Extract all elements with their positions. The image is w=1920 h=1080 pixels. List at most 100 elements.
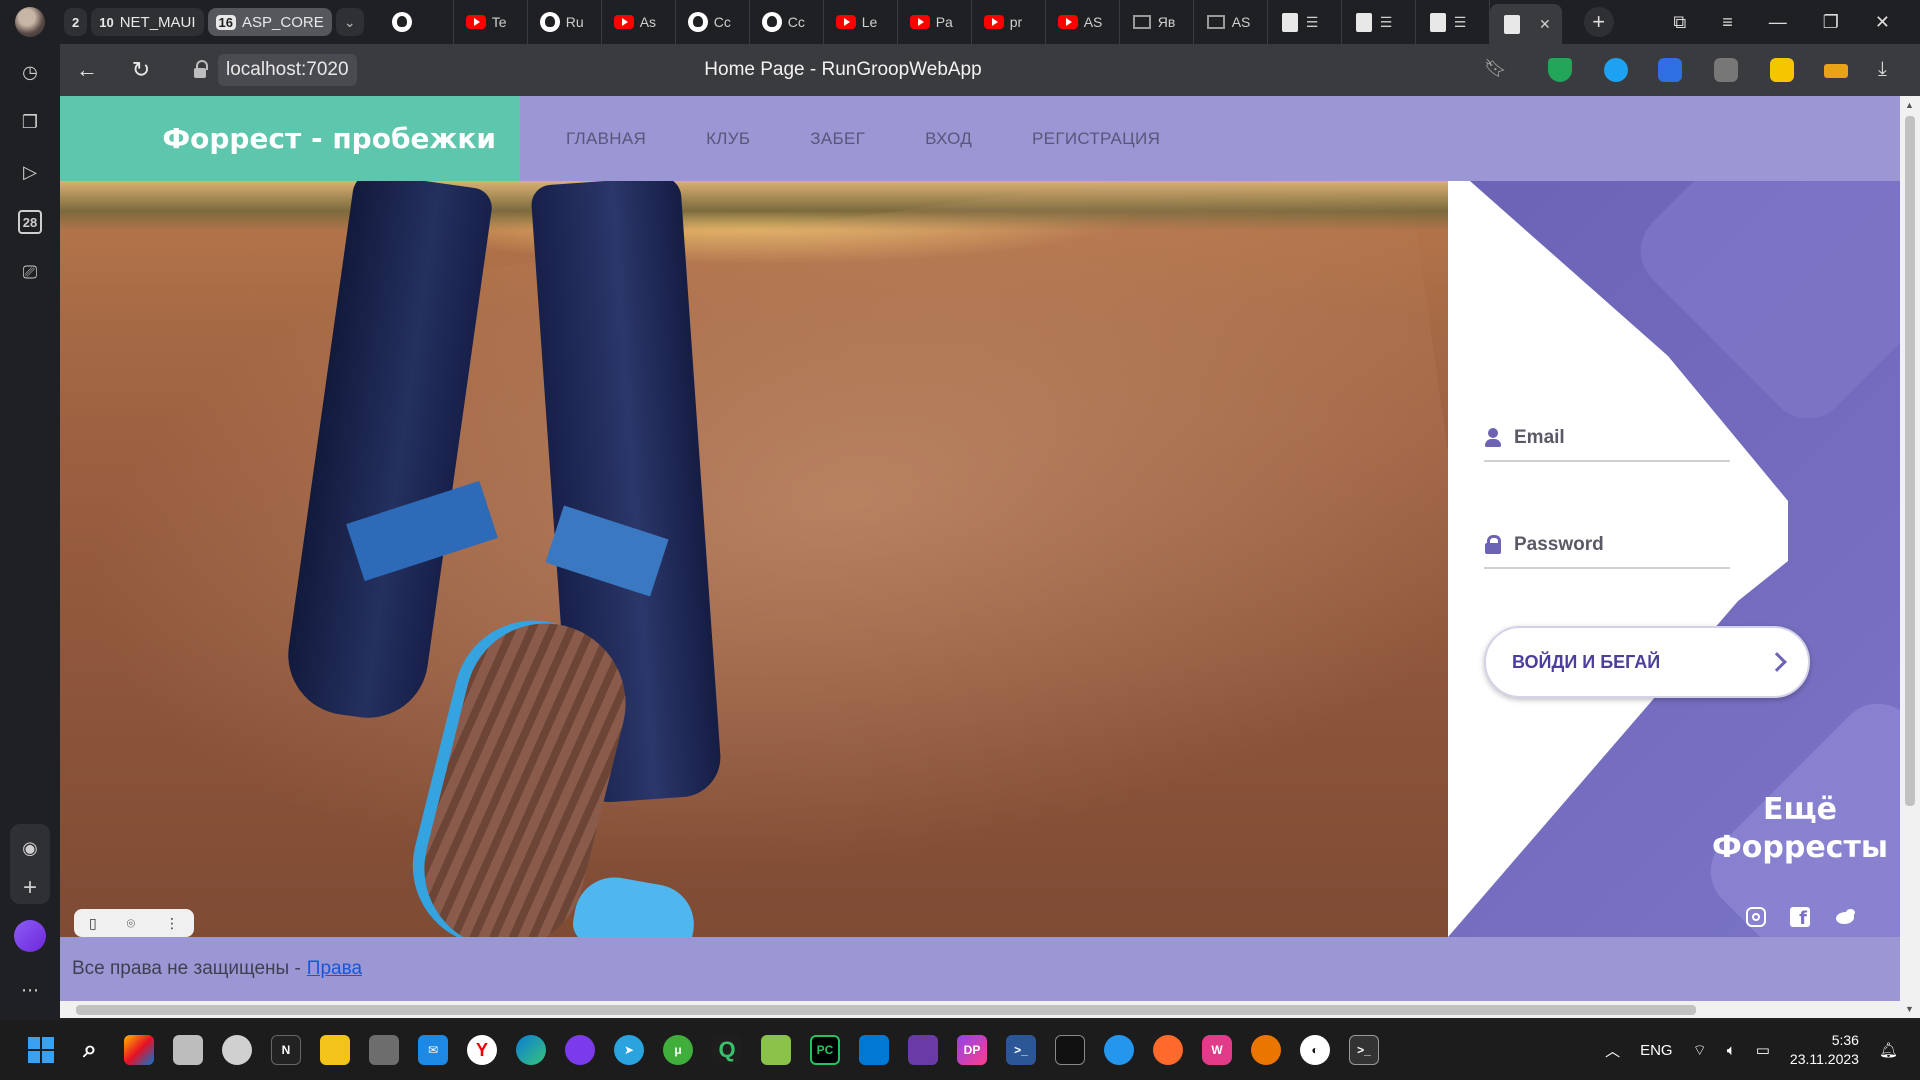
- wifi-icon[interactable]: ⌔: [1693, 1041, 1707, 1060]
- clock[interactable]: 5:36 23.11.2023: [1790, 1031, 1859, 1069]
- restore-button[interactable]: ❐: [1823, 12, 1839, 33]
- chat-extension-icon[interactable]: [1604, 58, 1628, 82]
- browser-tab[interactable]: As: [602, 0, 676, 44]
- windows-start-icon[interactable]: [26, 1035, 56, 1065]
- history-icon[interactable]: ◷: [18, 60, 42, 84]
- footer-rights-link[interactable]: Права: [307, 958, 362, 980]
- more-icon[interactable]: ⋯: [18, 978, 42, 1002]
- browser-tab[interactable]: Te: [454, 0, 528, 44]
- tab-group-asp-core[interactable]: 16 ASP_CORE: [207, 8, 332, 36]
- reload-button[interactable]: ↻: [114, 44, 168, 96]
- nav-race[interactable]: ЗАБЕГ: [810, 129, 865, 149]
- q-app-icon[interactable]: Q: [712, 1035, 742, 1065]
- visual-studio-icon[interactable]: [908, 1035, 938, 1065]
- mail-icon[interactable]: ✉: [418, 1035, 448, 1065]
- twitter-icon[interactable]: [1834, 907, 1856, 927]
- telegram-icon[interactable]: ➤: [614, 1035, 644, 1065]
- utorrent-icon[interactable]: μ: [663, 1035, 693, 1065]
- browser-tab[interactable]: ☰: [1416, 0, 1490, 44]
- camera-icon[interactable]: ⌾: [127, 915, 135, 932]
- tabs-icon[interactable]: ❐: [18, 110, 42, 134]
- file-explorer-icon[interactable]: [320, 1035, 350, 1065]
- volume-icon[interactable]: 🔈︎: [1727, 1042, 1736, 1059]
- browser-tab[interactable]: Яв: [1120, 0, 1194, 44]
- email-input[interactable]: [1514, 427, 1714, 449]
- command-prompt-icon[interactable]: >_: [1349, 1035, 1379, 1065]
- browser-tab[interactable]: [380, 0, 454, 44]
- chevron-down-icon[interactable]: ⌄: [335, 8, 364, 36]
- calculator-icon[interactable]: [369, 1035, 399, 1065]
- github-desktop-icon[interactable]: ◐: [1300, 1035, 1330, 1065]
- login-submit-button[interactable]: ВОЙДИ И БЕГАЙ: [1484, 626, 1810, 698]
- new-tab-button[interactable]: +: [1583, 7, 1614, 37]
- weather-icon[interactable]: [222, 1035, 252, 1065]
- horizontal-scrollbar[interactable]: [60, 1001, 1900, 1018]
- language-indicator[interactable]: ENG: [1640, 1042, 1673, 1059]
- profile-avatar[interactable]: [0, 0, 60, 44]
- url-field[interactable]: localhost:7020: [218, 54, 357, 86]
- add-icon[interactable]: +: [18, 874, 42, 901]
- instagram-icon[interactable]: [1746, 907, 1766, 927]
- terminal-icon[interactable]: [1055, 1035, 1085, 1065]
- brand-logo[interactable]: Форрест - пробежки: [60, 96, 520, 181]
- close-icon[interactable]: ✕: [1539, 16, 1551, 33]
- nav-register[interactable]: РЕГИСТРАЦИЯ: [1032, 129, 1160, 149]
- podcast-icon[interactable]: [565, 1035, 595, 1065]
- more-options-icon[interactable]: ⋮: [165, 915, 179, 932]
- browser-tab[interactable]: Pa: [898, 0, 972, 44]
- tab-group-net-maui[interactable]: 10 NET_MAUI: [91, 8, 204, 36]
- vertical-scrollbar[interactable]: ▲ ▼: [1900, 96, 1920, 1018]
- nav-login[interactable]: ВХОД: [925, 129, 972, 149]
- postman-icon[interactable]: [1153, 1035, 1183, 1065]
- dotpeek-icon[interactable]: DP: [957, 1035, 987, 1065]
- chevron-up-icon[interactable]: ︿: [1605, 1040, 1620, 1061]
- minimize-button[interactable]: —: [1769, 12, 1787, 33]
- collections-icon[interactable]: ⧉: [1673, 12, 1686, 33]
- lock-icon[interactable]: [188, 58, 212, 82]
- download-icon[interactable]: ⤓: [1878, 58, 1902, 82]
- nav-home[interactable]: ГЛАВНАЯ: [566, 129, 646, 149]
- browser-tab[interactable]: ☰: [1268, 0, 1342, 44]
- extension-icon[interactable]: [1770, 58, 1794, 82]
- browser-tab[interactable]: AS: [1046, 0, 1120, 44]
- gitzip-icon[interactable]: [1714, 58, 1738, 82]
- video-icon[interactable]: ▷: [18, 160, 42, 184]
- edge-icon[interactable]: [516, 1035, 546, 1065]
- blender-icon[interactable]: [1251, 1035, 1281, 1065]
- browser-tab[interactable]: Cc: [676, 0, 750, 44]
- extension-icon[interactable]: [1658, 58, 1682, 82]
- notifications-icon[interactable]: 🔔︎: [1879, 1041, 1898, 1059]
- search-icon[interactable]: ⌕: [75, 1035, 105, 1065]
- bookmark-icon[interactable]: 🔖︎: [1484, 58, 1508, 82]
- calendar-icon[interactable]: 28: [18, 210, 42, 234]
- facebook-icon[interactable]: [1790, 907, 1810, 929]
- assistant-icon[interactable]: [14, 920, 46, 952]
- notepad-plus-icon[interactable]: [761, 1035, 791, 1065]
- docker-icon[interactable]: [1104, 1035, 1134, 1065]
- close-window-button[interactable]: ✕: [1875, 12, 1890, 33]
- browser-tab[interactable]: ☰: [1342, 0, 1416, 44]
- browser-tab[interactable]: pr: [972, 0, 1046, 44]
- mobile-icon[interactable]: ▯: [89, 915, 97, 932]
- task-view-icon[interactable]: [173, 1035, 203, 1065]
- widgets-icon[interactable]: [124, 1035, 154, 1065]
- pycharm-icon[interactable]: PC: [810, 1035, 840, 1065]
- password-input[interactable]: [1514, 534, 1714, 556]
- notion-icon[interactable]: N: [271, 1035, 301, 1065]
- powershell-icon[interactable]: >_: [1006, 1035, 1036, 1065]
- shield-icon[interactable]: [1548, 58, 1572, 82]
- browser-tab[interactable]: Ru: [528, 0, 602, 44]
- nav-club[interactable]: КЛУБ: [706, 129, 750, 149]
- battery-icon[interactable]: ▭: [1756, 1041, 1770, 1059]
- back-button[interactable]: ←: [60, 44, 114, 96]
- battery-saver-icon[interactable]: [1824, 64, 1848, 78]
- browser-tab[interactable]: Cc: [750, 0, 824, 44]
- toggle-icon[interactable]: ◉: [18, 836, 42, 860]
- tab-group-1[interactable]: 2: [64, 8, 88, 36]
- browser-tab[interactable]: Le: [824, 0, 898, 44]
- screenshot-icon[interactable]: ⎚: [18, 260, 42, 284]
- writer-icon[interactable]: W: [1202, 1035, 1232, 1065]
- vscode-icon[interactable]: [859, 1035, 889, 1065]
- browser-tab-current[interactable]: ✕: [1489, 4, 1562, 44]
- yandex-browser-icon[interactable]: Y: [467, 1035, 497, 1065]
